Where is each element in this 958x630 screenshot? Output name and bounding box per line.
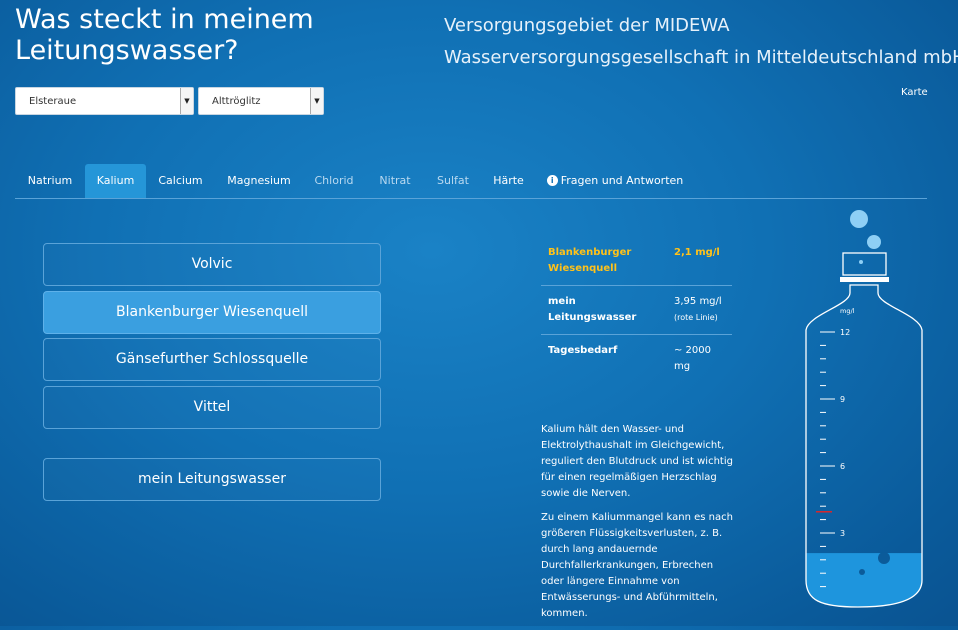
table-row: Blankenburger Wiesenquell 2,1 mg/l	[541, 237, 732, 286]
page-title: Was steckt in meinem Leitungswasser?	[15, 4, 314, 66]
title-line-1: Was steckt in meinem	[15, 4, 314, 35]
region-select-value: Elsteraue	[29, 96, 77, 107]
water-fill	[806, 553, 922, 607]
bubble-icon	[850, 210, 868, 228]
tap-water-value: 3,95 mg/l	[674, 296, 722, 307]
tab-faq[interactable]: i Fragen und Antworten	[542, 164, 688, 198]
tab-faq-label: Fragen und Antworten	[560, 174, 684, 187]
bubble-icon	[867, 235, 881, 249]
gauge-tick-label: 9	[840, 395, 845, 404]
water-button-blankenburger[interactable]: Blankenburger Wiesenquell	[43, 291, 381, 334]
provider-line-2: Wasserversorgungsgesellschaft in Mitteld…	[444, 47, 958, 68]
tap-water-note: (rote Linie)	[674, 313, 718, 322]
bottle-gauge: mg/l 12 9 6 3	[805, 210, 923, 608]
water-button-gaensefurther[interactable]: Gänsefurther Schlossquelle	[43, 338, 381, 381]
daily-need-label: Tagesbedarf	[548, 345, 618, 356]
table-row: mein Leitungswasser 3,95 mg/l (rote Lini…	[541, 285, 732, 335]
selected-water-value: 2,1 mg/l	[667, 237, 732, 286]
tab-nitrat[interactable]: Nitrat	[365, 164, 425, 198]
locality-select-value: Alttröglitz	[212, 96, 261, 107]
gauge-unit: mg/l	[840, 307, 855, 315]
tab-haerte[interactable]: Härte	[481, 164, 536, 198]
tab-chlorid[interactable]: Chlorid	[303, 164, 365, 198]
tap-water-button[interactable]: mein Leitungswasser	[43, 458, 381, 501]
gauge-ticks	[820, 331, 835, 588]
region-select[interactable]: Elsteraue ▼	[15, 87, 194, 115]
title-line-2: Leitungswasser?	[15, 35, 239, 66]
provider-line-1: Versorgungsgebiet der MIDEWA	[444, 15, 730, 36]
water-button-vittel[interactable]: Vittel	[43, 386, 381, 429]
gauge-tick-label: 3	[840, 529, 845, 538]
tab-calcium[interactable]: Calcium	[146, 164, 215, 198]
daily-need-value: ~ 2000 mg	[674, 345, 712, 372]
bubble-icon	[859, 260, 863, 264]
tab-kalium[interactable]: Kalium	[85, 164, 146, 198]
comparison-table: Blankenburger Wiesenquell 2,1 mg/l mein …	[541, 237, 732, 383]
chevron-down-icon[interactable]: ▼	[310, 88, 323, 114]
info-icon: i	[546, 175, 558, 186]
description-paragraph-2: Zu einem Kaliummangel kann es nach größe…	[541, 512, 733, 619]
water-button-volvic[interactable]: Volvic	[43, 243, 381, 286]
bottle-cap	[842, 252, 887, 276]
locality-select[interactable]: Alttröglitz ▼	[198, 87, 324, 115]
table-row: Tagesbedarf ~ 2000 mg	[541, 335, 732, 384]
mineral-tabs: Natrium Kalium Calcium Magnesium Chlorid…	[15, 164, 927, 199]
map-link[interactable]: Karte	[901, 87, 928, 98]
gauge-tick-label: 12	[840, 328, 850, 337]
bubble-icon	[859, 569, 865, 575]
chevron-down-icon[interactable]: ▼	[180, 88, 193, 114]
provider-info: Versorgungsgebiet der MIDEWA Wasserverso…	[444, 10, 958, 74]
tab-magnesium[interactable]: Magnesium	[215, 164, 303, 198]
selected-water-name: Blankenburger Wiesenquell	[541, 237, 667, 286]
mineral-description: Kalium hält den Wasser- und Elektrolytha…	[541, 422, 733, 630]
tab-sulfat[interactable]: Sulfat	[425, 164, 481, 198]
bubble-icon	[878, 552, 890, 564]
tab-natrium[interactable]: Natrium	[15, 164, 85, 198]
description-paragraph-1: Kalium hält den Wasser- und Elektrolytha…	[541, 424, 733, 499]
gauge-tick-label: 6	[840, 462, 845, 471]
tap-water-label: mein Leitungswasser	[541, 285, 667, 335]
bottle-neck-ring	[840, 277, 889, 282]
